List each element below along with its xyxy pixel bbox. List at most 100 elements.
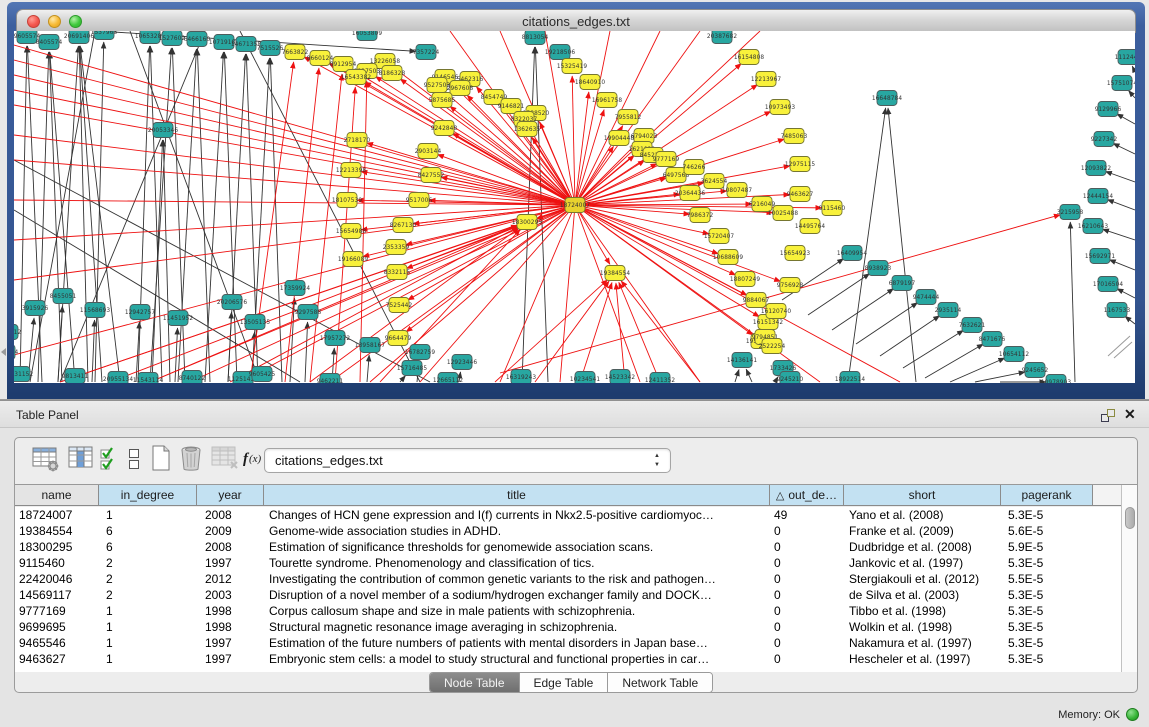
table-cell[interactable]: 6 — [99, 539, 197, 555]
table-cell[interactable]: Genome-wide association studies in ADHD. — [264, 523, 770, 539]
zoom-window-icon[interactable] — [69, 15, 82, 28]
column-header-in_degree[interactable]: in_degree — [99, 485, 197, 505]
table-cell[interactable]: 0 — [770, 571, 844, 587]
table-cell[interactable]: Embryonic stem cells: a model to study s… — [264, 651, 770, 667]
table-cell[interactable]: Nakamura et al. (1997) — [844, 635, 1001, 651]
column-header-title[interactable]: title — [264, 485, 770, 505]
table-cell[interactable]: 9699695 — [15, 619, 99, 635]
column-visibility-icon[interactable] — [68, 446, 94, 470]
table-cell[interactable]: 2 — [99, 587, 197, 603]
table-cell[interactable]: 0 — [770, 619, 844, 635]
table-cell[interactable]: 1997 — [197, 555, 264, 571]
table-cell[interactable]: 2009 — [197, 523, 264, 539]
column-header-name[interactable]: name — [15, 485, 99, 505]
table-row[interactable]: 946554611997Estimation of the future num… — [15, 635, 1121, 651]
table-row[interactable]: 969969511998Structural magnetic resonanc… — [15, 619, 1121, 635]
table-cell[interactable]: Wolkin et al. (1998) — [844, 619, 1001, 635]
table-cell[interactable]: Hescheler et al. (1997) — [844, 651, 1001, 667]
table-cell[interactable]: 49 — [770, 507, 844, 523]
table-cell[interactable]: 0 — [770, 587, 844, 603]
table-cell[interactable]: 9465546 — [15, 635, 99, 651]
table-cell[interactable]: 9115460 — [15, 555, 99, 571]
table-row[interactable]: 977716911998Corpus callosum shape and si… — [15, 603, 1121, 619]
table-cell[interactable]: Structural magnetic resonance image aver… — [264, 619, 770, 635]
table-cell[interactable]: 2012 — [197, 571, 264, 587]
tab-edge-table[interactable]: Edge Table — [520, 673, 609, 692]
table-row[interactable]: 1830029562008Estimation of significance … — [15, 539, 1121, 555]
column-header-out_de[interactable]: △out_de… — [770, 485, 844, 505]
table-cell[interactable]: Estimation of significance thresholds fo… — [264, 539, 770, 555]
column-header-short[interactable]: short — [844, 485, 1001, 505]
table-cell[interactable]: Dudbridge et al. (2008) — [844, 539, 1001, 555]
table-row[interactable]: 1872400712008Changes of HCN gene express… — [15, 507, 1121, 523]
table-cell[interactable]: 1997 — [197, 635, 264, 651]
table-cell[interactable]: Yano et al. (2008) — [844, 507, 1001, 523]
memory-status-icon[interactable] — [1126, 708, 1139, 721]
table-cell[interactable]: 5.3E-5 — [1001, 619, 1093, 635]
window-title-bar[interactable]: citations_edges.txt — [16, 9, 1136, 33]
table-cell[interactable]: 1 — [99, 635, 197, 651]
table-cell[interactable]: 0 — [770, 523, 844, 539]
table-cell[interactable]: 1997 — [197, 651, 264, 667]
table-cell[interactable]: 5.3E-5 — [1001, 651, 1093, 667]
table-row[interactable]: 2242004622012Investigating the contribut… — [15, 571, 1121, 587]
table-cell[interactable]: 0 — [770, 539, 844, 555]
table-row[interactable]: 946362711997Embryonic stem cells: a mode… — [15, 651, 1121, 667]
rows-icon[interactable] — [128, 448, 140, 470]
close-panel-icon[interactable]: ✕ — [1124, 406, 1136, 423]
table-cell[interactable]: 14569117 — [15, 587, 99, 603]
table-cell[interactable]: 9777169 — [15, 603, 99, 619]
function-builder-icon[interactable]: f (x) — [242, 449, 266, 467]
table-cell[interactable]: 2 — [99, 555, 197, 571]
table-cell[interactable]: 1 — [99, 651, 197, 667]
table-cell[interactable]: Tourette syndrome. Phenomenology and cla… — [264, 555, 770, 571]
table-cell[interactable]: 5.9E-5 — [1001, 539, 1093, 555]
table-cell[interactable]: 0 — [770, 635, 844, 651]
table-cell[interactable]: 2003 — [197, 587, 264, 603]
table-row[interactable]: 1456911722003Disruption of a novel membe… — [15, 587, 1121, 603]
import-table-icon[interactable] — [211, 446, 239, 470]
table-cell[interactable]: Corpus callosum shape and size in male p… — [264, 603, 770, 619]
table-cell[interactable]: Stergiakouli et al. (2012) — [844, 571, 1001, 587]
table-cell[interactable]: 5.3E-5 — [1001, 635, 1093, 651]
table-row[interactable]: 911546021997Tourette syndrome. Phenomeno… — [15, 555, 1121, 571]
table-cell[interactable]: 18724007 — [15, 507, 99, 523]
table-row[interactable]: 1938455462009Genome-wide association stu… — [15, 523, 1121, 539]
table-cell[interactable]: 1 — [99, 507, 197, 523]
column-header-pagerank[interactable]: pagerank — [1001, 485, 1093, 505]
table-cell[interactable]: 5.3E-5 — [1001, 507, 1093, 523]
table-cell[interactable]: 5.6E-5 — [1001, 523, 1093, 539]
float-window-icon[interactable] — [1101, 409, 1115, 422]
table-cell[interactable]: Disruption of a novel member of a sodium… — [264, 587, 770, 603]
delete-table-icon[interactable] — [178, 444, 204, 472]
network-canvas[interactable]: 9605574840557420691406153796310653287152… — [14, 31, 1135, 383]
table-cell[interactable]: 6 — [99, 523, 197, 539]
table-cell[interactable]: Estimation of the future numbers of pati… — [264, 635, 770, 651]
scrollbar-thumb[interactable] — [1125, 507, 1135, 529]
select-all-icon[interactable] — [100, 447, 120, 471]
table-cell[interactable]: Jankovic et al. (1997) — [844, 555, 1001, 571]
tab-node-table[interactable]: Node Table — [430, 673, 520, 692]
table-cell[interactable]: 1998 — [197, 603, 264, 619]
table-cell[interactable]: 19384554 — [15, 523, 99, 539]
table-cell[interactable]: Investigating the contribution of common… — [264, 571, 770, 587]
table-cell[interactable]: de Silva et al. (2003) — [844, 587, 1001, 603]
table-cell[interactable]: 1 — [99, 619, 197, 635]
table-options-icon[interactable] — [32, 446, 60, 472]
table-cell[interactable]: 2 — [99, 571, 197, 587]
table-cell[interactable]: 0 — [770, 603, 844, 619]
close-window-icon[interactable] — [27, 15, 40, 28]
table-cell[interactable]: 0 — [770, 555, 844, 571]
table-cell[interactable]: 5.3E-5 — [1001, 555, 1093, 571]
table-cell[interactable]: 2008 — [197, 539, 264, 555]
minimize-window-icon[interactable] — [48, 15, 61, 28]
table-cell[interactable]: 2008 — [197, 507, 264, 523]
table-cell[interactable]: Franke et al. (2009) — [844, 523, 1001, 539]
table-cell[interactable]: Changes of HCN gene expression and I(f) … — [264, 507, 770, 523]
table-cell[interactable]: 5.5E-5 — [1001, 571, 1093, 587]
table-cell[interactable]: 22420046 — [15, 571, 99, 587]
tab-network-table[interactable]: Network Table — [608, 673, 712, 692]
table-cell[interactable]: 9463627 — [15, 651, 99, 667]
table-cell[interactable]: 1 — [99, 603, 197, 619]
table-cell[interactable]: Tibbo et al. (1998) — [844, 603, 1001, 619]
